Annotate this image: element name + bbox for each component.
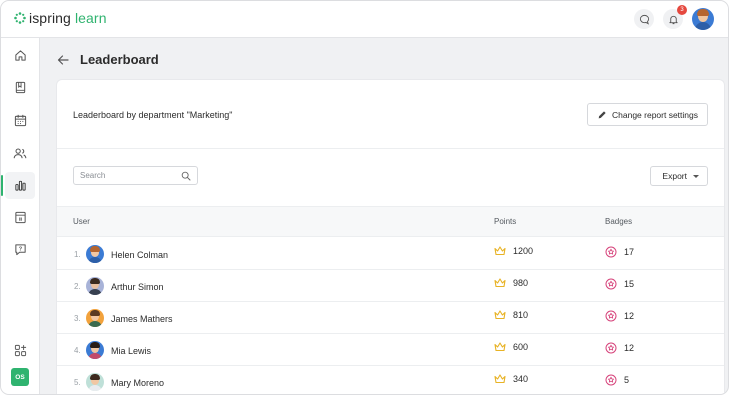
crown-icon [494, 310, 506, 320]
user-points: 340 [513, 374, 529, 384]
badge-star-icon [605, 246, 617, 258]
sidebar-item-library[interactable] [5, 74, 35, 101]
user-name[interactable]: Arthur Simon [111, 282, 164, 292]
user-badges: 15 [624, 279, 635, 289]
table-header: User Points Badges [57, 206, 724, 237]
column-header-user[interactable]: User [73, 217, 90, 226]
column-header-points[interactable]: Points [494, 217, 516, 226]
avatar [86, 373, 104, 391]
row-rank: 1. [74, 250, 81, 259]
user-points: 1200 [513, 246, 534, 256]
divider [57, 148, 724, 149]
row-rank: 4. [74, 346, 81, 355]
logo-mark-icon [14, 12, 26, 24]
badge-star-icon [605, 278, 617, 290]
user-badges: 12 [624, 343, 635, 353]
table-row[interactable]: 5. Mary Moreno 340 5 [57, 366, 724, 394]
sidebar-item-home[interactable] [5, 42, 35, 69]
avatar [86, 341, 104, 359]
table-row[interactable]: 3. James Mathers 810 12 [57, 302, 724, 334]
report-title: Leaderboard by department "Marketing" [73, 110, 233, 120]
notification-count-badge: 3 [677, 5, 687, 15]
user-points: 810 [513, 310, 529, 320]
brand-product: learn [74, 10, 107, 26]
chevron-down-icon [693, 174, 699, 178]
column-header-badges[interactable]: Badges [605, 217, 632, 226]
row-rank: 5. [74, 378, 81, 387]
org-badge[interactable]: OS [11, 368, 29, 386]
top-bar: ispring learn 3 [1, 1, 728, 38]
export-dropdown[interactable]: Export [650, 166, 708, 186]
user-avatar[interactable] [692, 8, 714, 30]
row-rank: 2. [74, 282, 81, 291]
top-actions: 3 [634, 5, 714, 30]
avatar [86, 309, 104, 327]
help-chat-icon: ? [14, 244, 26, 256]
table-row[interactable]: 4. Mia Lewis 600 12 [57, 334, 724, 366]
change-report-settings-label: Change report settings [612, 109, 698, 120]
table-row[interactable]: 1. Helen Colman 1200 17 [57, 238, 724, 270]
user-badges: 17 [624, 247, 635, 257]
user-name[interactable]: James Mathers [111, 314, 173, 324]
home-icon [14, 50, 26, 61]
sidebar-item-reports[interactable] [1, 172, 35, 199]
crown-icon [494, 374, 506, 384]
pencil-icon [598, 110, 606, 118]
user-name[interactable]: Mia Lewis [111, 346, 151, 356]
row-rank: 3. [74, 314, 81, 323]
user-name[interactable]: Mary Moreno [111, 378, 164, 388]
users-icon [13, 148, 27, 159]
search-input[interactable]: Search [73, 166, 198, 185]
table-row[interactable]: 2. Arthur Simon 980 15 [57, 270, 724, 302]
sidebar-item-users[interactable] [5, 140, 35, 167]
crown-icon [494, 342, 506, 352]
badge-star-icon [605, 310, 617, 322]
page-header: Leaderboard [56, 52, 159, 67]
widgets-add-icon [14, 344, 26, 357]
notifications-button[interactable]: 3 [663, 5, 687, 29]
badge-star-icon [605, 342, 617, 354]
chat-icon [639, 14, 649, 25]
sidebar-item-pages[interactable] [5, 204, 35, 231]
page-title: Leaderboard [80, 52, 159, 67]
back-arrow-icon[interactable] [56, 53, 70, 67]
crown-icon [494, 246, 506, 256]
search-placeholder: Search [80, 171, 106, 180]
user-points: 600 [513, 342, 529, 352]
page-icon [14, 211, 26, 224]
crown-icon [494, 278, 506, 288]
calendar-icon [14, 114, 26, 127]
sidebar-item-calendar[interactable] [5, 107, 35, 134]
user-badges: 12 [624, 311, 635, 321]
user-name[interactable]: Helen Colman [111, 250, 168, 260]
svg-text:?: ? [18, 247, 22, 253]
export-label: Export [662, 171, 687, 181]
logo[interactable]: ispring learn [14, 10, 107, 26]
badge-star-icon [605, 374, 617, 386]
avatar [86, 245, 104, 263]
report-card: Leaderboard by department "Marketing" Ch… [56, 79, 725, 394]
book-icon [15, 81, 25, 94]
user-points: 980 [513, 278, 529, 288]
sidebar-add-widget[interactable] [5, 337, 35, 364]
bar-chart-icon [14, 180, 26, 191]
app-window: ispring learn 3 ? OS Leaderboard Leaderb… [0, 0, 729, 395]
sidebar: ? OS [1, 38, 40, 394]
avatar [86, 277, 104, 295]
change-report-settings-button[interactable]: Change report settings [587, 103, 708, 126]
sidebar-item-help[interactable]: ? [5, 236, 35, 263]
bell-icon [668, 15, 678, 24]
user-badges: 5 [624, 375, 630, 385]
search-icon [181, 171, 191, 180]
brand-name: ispring [29, 10, 71, 26]
chat-button[interactable] [634, 9, 654, 29]
